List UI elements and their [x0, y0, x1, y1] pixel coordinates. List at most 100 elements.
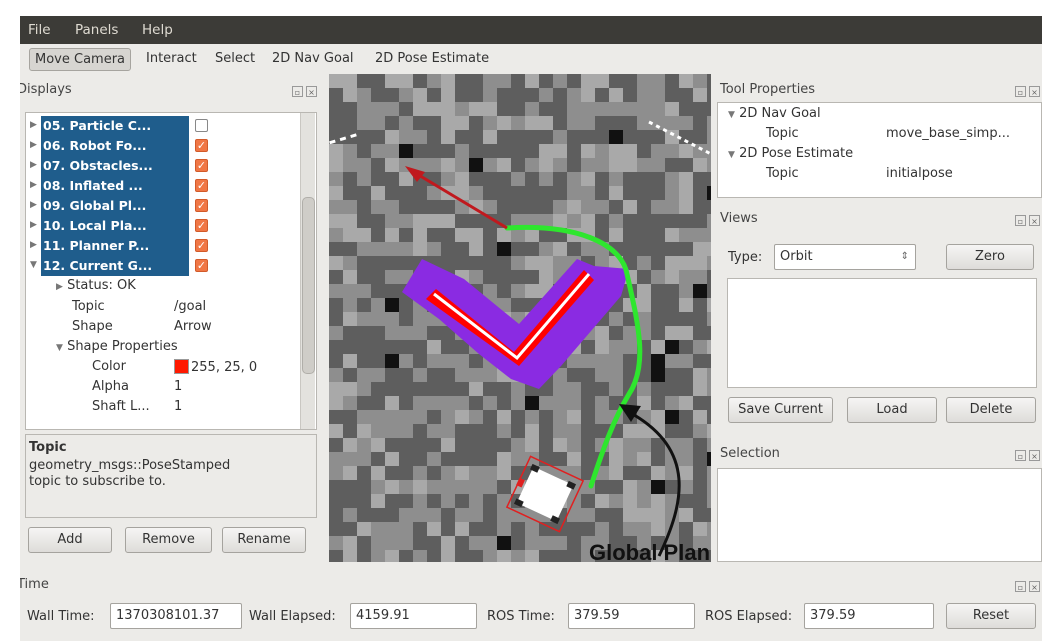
display-item-label: 10. Local Pla... — [41, 216, 189, 236]
undock-icon[interactable]: ▫ — [1015, 215, 1026, 226]
pose-topic-key: Topic — [766, 166, 799, 181]
remove-button[interactable]: Remove — [125, 527, 212, 553]
time-title: Time — [20, 577, 49, 592]
add-button[interactable]: Add — [28, 527, 112, 553]
color-swatch — [174, 359, 189, 374]
pose-estimate-row[interactable]: ▼ 2D Pose Estimate — [728, 146, 853, 161]
close-icon[interactable]: × — [1029, 450, 1040, 461]
display-checkbox[interactable]: ✓ — [195, 159, 208, 172]
delete-button[interactable]: Delete — [946, 397, 1036, 423]
load-button[interactable]: Load — [847, 397, 937, 423]
selection-tree[interactable] — [717, 468, 1042, 562]
display-checkbox[interactable]: ✓ — [195, 259, 208, 272]
rename-button[interactable]: Rename — [222, 527, 306, 553]
prop-color-key: Color — [92, 359, 126, 374]
display-checkbox[interactable]: ✓ — [195, 199, 208, 212]
undock-icon[interactable]: ▫ — [1015, 86, 1026, 97]
display-item[interactable]: ▶ 08. Inflated ... ✓ — [29, 176, 316, 196]
map-view — [329, 74, 711, 562]
description-title: Topic — [29, 440, 67, 455]
display-item[interactable]: ▼ 12. Current G... ✓ — [29, 256, 316, 276]
wall-time-label: Wall Time: — [27, 609, 95, 624]
display-checkbox[interactable]: ✓ — [195, 179, 208, 192]
select-tool[interactable]: Select — [215, 51, 255, 66]
prop-alpha-value[interactable]: 1 — [174, 379, 182, 394]
close-icon[interactable]: × — [1029, 581, 1040, 592]
displays-panel-controls: ▫ × — [292, 84, 322, 97]
3d-viewport[interactable]: Global Plan — [329, 74, 711, 562]
tool-bar: Move Camera Interact Select 2D Nav Goal … — [20, 45, 1042, 73]
time-controls: ▫ × — [1015, 579, 1042, 592]
displays-title: Displays — [20, 82, 72, 97]
expand-icon[interactable]: ▶ — [30, 180, 37, 190]
ros-elapsed-field[interactable]: 379.59 — [804, 603, 934, 629]
prop-topic-key: Topic — [72, 299, 105, 314]
expand-icon[interactable]: ▶ — [30, 200, 37, 210]
prop-alpha-key: Alpha — [92, 379, 129, 394]
expand-icon[interactable]: ▶ — [30, 140, 37, 150]
wall-time-field[interactable]: 1370308101.37 — [110, 603, 242, 629]
close-icon[interactable]: × — [1029, 215, 1040, 226]
wall-elapsed-label: Wall Elapsed: — [249, 609, 336, 624]
tool-properties-tree: ▼ 2D Nav Goal Topic move_base_simp... ▼ … — [717, 102, 1042, 198]
zero-button[interactable]: Zero — [946, 244, 1034, 270]
expand-icon[interactable]: ▶ — [30, 160, 37, 170]
wall-elapsed-field[interactable]: 4159.91 — [350, 603, 477, 629]
display-item-label: 11. Planner P... — [41, 236, 189, 256]
pose-topic-value[interactable]: initialpose — [886, 166, 953, 181]
prop-color-value[interactable]: 255, 25, 0 — [174, 359, 257, 375]
selection-title: Selection — [720, 446, 780, 461]
display-checkbox[interactable]: ✓ — [195, 239, 208, 252]
save-current-button[interactable]: Save Current — [728, 397, 833, 423]
display-checkbox[interactable]: ✓ — [195, 219, 208, 232]
ros-time-label: ROS Time: — [487, 609, 555, 624]
display-checkbox[interactable] — [195, 119, 208, 132]
nav-topic-key: Topic — [766, 126, 799, 141]
reset-button[interactable]: Reset — [946, 603, 1036, 629]
ros-time-field[interactable]: 379.59 — [568, 603, 695, 629]
nav-goal-row[interactable]: ▼ 2D Nav Goal — [728, 106, 821, 121]
display-item[interactable]: ▶ 11. Planner P... ✓ — [29, 236, 316, 256]
expand-icon[interactable]: ▶ — [30, 240, 37, 250]
interact-tool[interactable]: Interact — [146, 51, 197, 66]
display-item[interactable]: ▶ 05. Particle C... — [29, 116, 316, 136]
nav-topic-value[interactable]: move_base_simp... — [886, 126, 1010, 141]
view-type-label: Type: — [728, 250, 763, 265]
selection-controls: ▫ × — [1015, 448, 1042, 461]
displays-scrollbar[interactable] — [300, 113, 315, 429]
prop-shape-key: Shape — [72, 319, 113, 334]
close-icon[interactable]: × — [306, 86, 317, 97]
expand-icon[interactable]: ▶ — [30, 120, 37, 130]
menu-panels[interactable]: Panels — [75, 22, 118, 38]
prop-shape-value[interactable]: Arrow — [174, 319, 212, 334]
undock-icon[interactable]: ▫ — [1015, 581, 1026, 592]
display-item-label: 12. Current G... — [41, 256, 189, 276]
views-list[interactable] — [727, 278, 1037, 388]
undock-icon[interactable]: ▫ — [1015, 450, 1026, 461]
expand-icon[interactable]: ▶ — [30, 220, 37, 230]
tool-properties-controls: ▫ × — [1015, 84, 1042, 97]
display-item[interactable]: ▶ 09. Global Pl... ✓ — [29, 196, 316, 216]
menu-help[interactable]: Help — [142, 22, 173, 38]
display-item[interactable]: ▶ 06. Robot Fo... ✓ — [29, 136, 316, 156]
prop-shaft-value[interactable]: 1 — [174, 399, 182, 414]
ros-elapsed-label: ROS Elapsed: — [705, 609, 793, 624]
display-checkbox[interactable]: ✓ — [195, 139, 208, 152]
close-icon[interactable]: × — [1029, 86, 1040, 97]
nav-goal-tool[interactable]: 2D Nav Goal — [272, 51, 354, 66]
tool-properties-title: Tool Properties — [720, 82, 816, 97]
move-camera-tool[interactable]: Move Camera — [29, 48, 132, 71]
menu-bar: File Panels Help — [20, 16, 1042, 44]
scrollbar-thumb[interactable] — [302, 197, 315, 374]
prop-topic-value[interactable]: /goal — [174, 299, 206, 314]
pose-estimate-tool[interactable]: 2D Pose Estimate — [375, 51, 489, 66]
expand-icon[interactable]: ▼ — [30, 260, 37, 270]
view-type-select[interactable]: Orbit ⇕ — [774, 244, 916, 270]
description-text: geometry_msgs::PoseStamped topic to subs… — [29, 458, 231, 489]
menu-file[interactable]: File — [28, 22, 51, 38]
display-item[interactable]: ▶ 07. Obstacles... ✓ — [29, 156, 316, 176]
status-row[interactable]: ▶ Status: OK — [56, 278, 136, 293]
shape-properties-row[interactable]: ▼ Shape Properties — [56, 339, 178, 354]
display-item[interactable]: ▶ 10. Local Pla... ✓ — [29, 216, 316, 236]
undock-icon[interactable]: ▫ — [292, 86, 303, 97]
